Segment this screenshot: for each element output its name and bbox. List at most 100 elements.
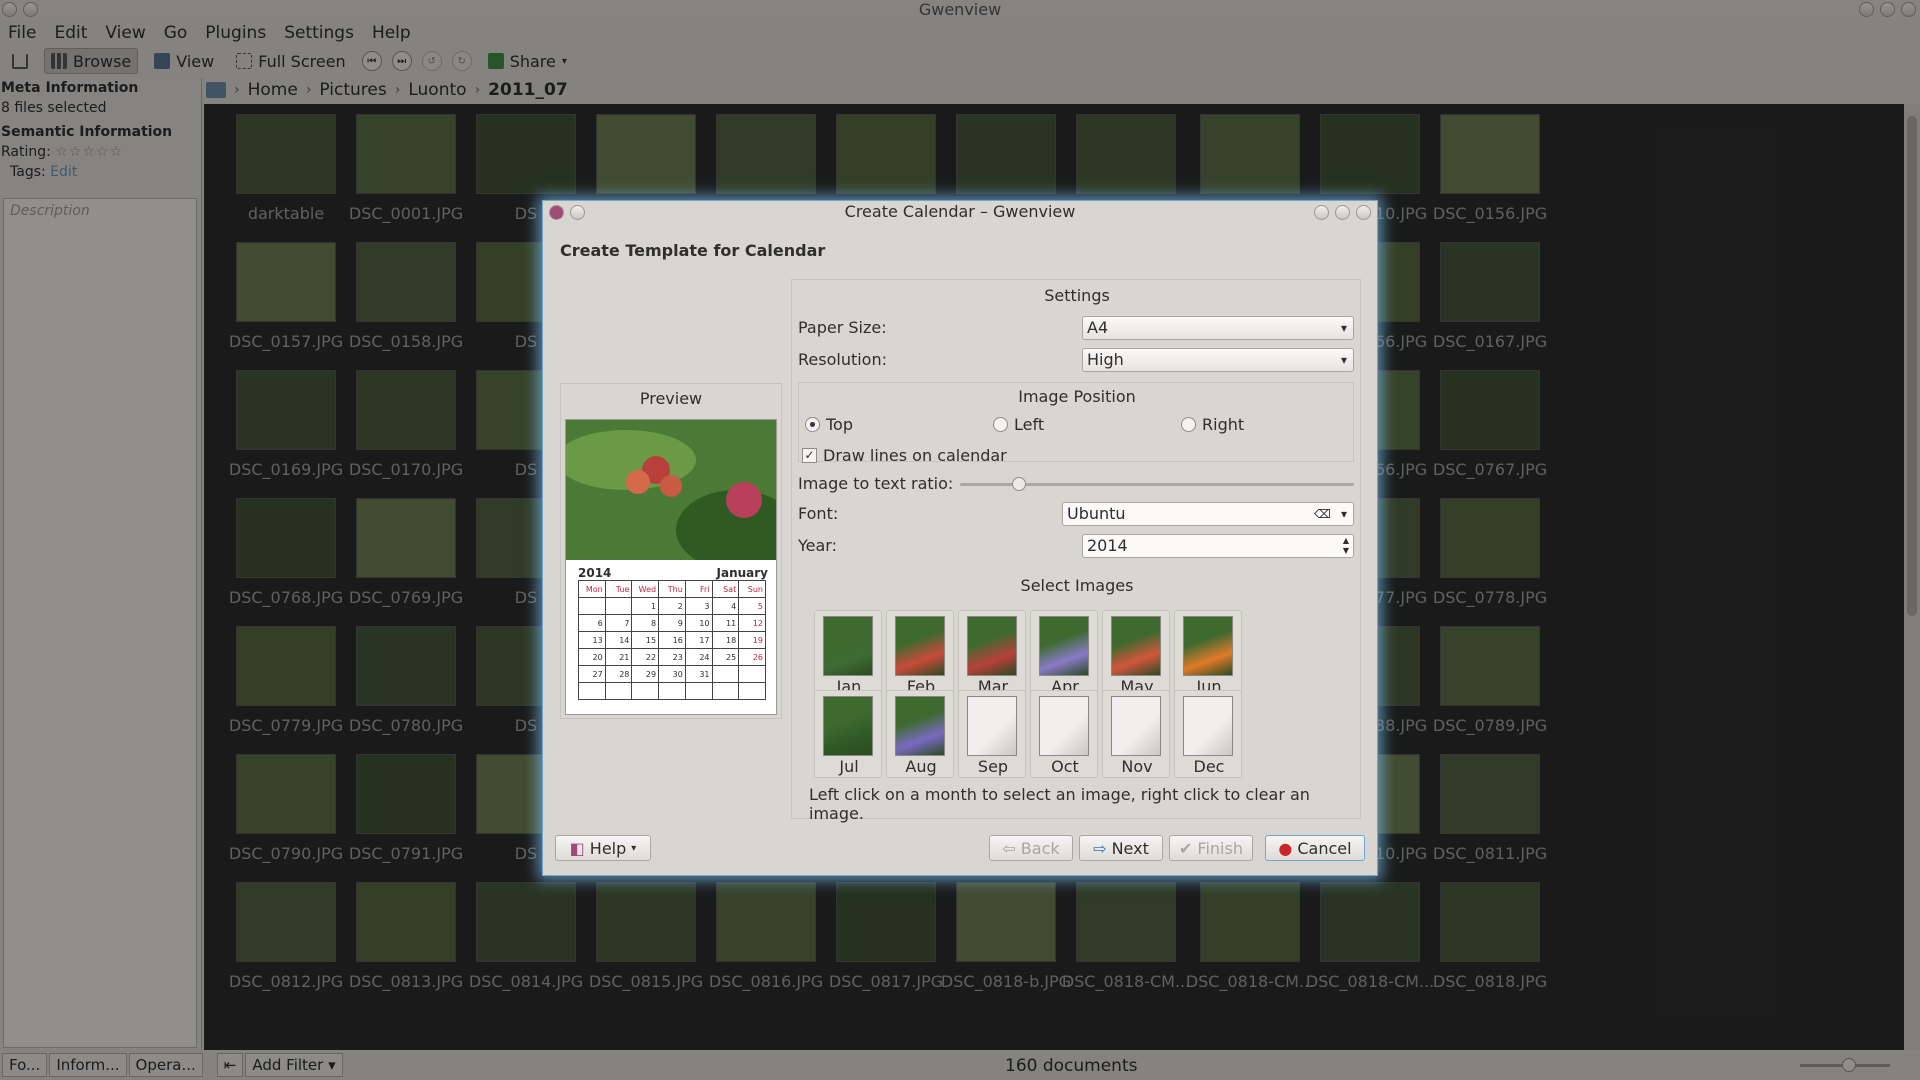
next-label: Next: [1111, 838, 1149, 858]
ratio-label: Image to text ratio:: [798, 474, 954, 493]
month-tile-dec[interactable]: Dec: [1174, 690, 1242, 778]
close-icon[interactable]: [1356, 205, 1371, 220]
position-left-radio[interactable]: Left: [993, 415, 1044, 434]
next-button[interactable]: ⇨ Next: [1079, 835, 1163, 861]
draw-lines-checkbox[interactable]: ✓ Draw lines on calendar: [802, 446, 1007, 465]
month-image: [1111, 616, 1161, 676]
position-right-label: Right: [1202, 415, 1245, 434]
calendar-day: 11: [711, 614, 740, 632]
chevron-down-icon: ▾: [1340, 353, 1347, 367]
calendar-weekday: Sun: [738, 580, 766, 598]
help-label: Help: [589, 838, 627, 858]
finish-button[interactable]: ✔ Finish: [1169, 835, 1253, 861]
calendar-day: 20: [578, 648, 606, 666]
empty-image-icon: [967, 696, 1017, 756]
dialog-pin-icon[interactable]: [570, 205, 585, 220]
month-tile-sep[interactable]: Sep: [958, 690, 1026, 778]
month-tile-jun[interactable]: Jun: [1174, 610, 1242, 698]
calendar-weekday: Tue: [604, 580, 633, 598]
calendar-day: [631, 682, 660, 700]
preview-photo: [566, 420, 776, 560]
calendar-weekday: Mon: [578, 580, 606, 598]
dialog-titlebar: Create Calendar – Gwenview: [543, 201, 1377, 225]
create-calendar-dialog: Create Calendar – Gwenview Create Templa…: [542, 200, 1378, 876]
empty-image-icon: [1039, 696, 1089, 756]
month-image: [823, 696, 873, 756]
month-tile-feb[interactable]: Feb: [886, 610, 954, 698]
calendar-day: 10: [684, 614, 713, 632]
chevron-down-icon: ▾: [1340, 321, 1347, 335]
preview-panel: Preview 2014 January Mon Tue Wed Thu Fri Sat S…: [560, 383, 782, 719]
month-tile-apr[interactable]: Apr: [1030, 610, 1098, 698]
dialog-heading: Create Template for Calendar: [560, 241, 826, 260]
calendar-day: 21: [604, 648, 633, 666]
radio-indicator: [805, 417, 820, 432]
calendar-day: 12: [738, 614, 766, 632]
position-right-radio[interactable]: Right: [1181, 415, 1244, 434]
ratio-slider-handle[interactable]: [1012, 477, 1027, 491]
clear-icon[interactable]: ⌫: [1314, 503, 1331, 525]
check-icon: ✔: [1179, 838, 1193, 858]
year-spinbox[interactable]: 2014 ▲ ▼: [1082, 534, 1354, 558]
draw-lines-label: Draw lines on calendar: [823, 446, 1007, 465]
calendar-day: 25: [711, 648, 740, 666]
calendar-day: 28: [604, 665, 633, 683]
arrow-left-icon: ⇦: [1002, 838, 1016, 858]
month-tile-aug[interactable]: Aug: [886, 690, 954, 778]
cancel-button[interactable]: ● Cancel: [1265, 835, 1365, 861]
radio-indicator: [993, 417, 1008, 432]
month-label: Nov: [1121, 757, 1153, 776]
month-tile-jul[interactable]: Jul: [814, 690, 882, 778]
month-tile-nov[interactable]: Nov: [1102, 690, 1170, 778]
calendar-day: 16: [658, 631, 686, 649]
preview-title: Preview: [639, 389, 703, 408]
calendar-day: 26: [738, 648, 766, 666]
calendar-day: 29: [631, 665, 660, 683]
minimize-icon[interactable]: [1335, 205, 1350, 220]
calendar-day: [604, 682, 633, 700]
calendar-day: 6: [578, 614, 606, 632]
calendar-day: 31: [684, 665, 713, 683]
settings-panel: Settings Paper Size: A4 ▾ Resolution: Hig…: [791, 279, 1361, 823]
dialog-app-icon[interactable]: [549, 205, 564, 220]
calendar-day: [711, 665, 740, 683]
year-label: Year:: [798, 536, 837, 555]
month-tile-may[interactable]: May: [1102, 610, 1170, 698]
calendar-day: 13: [578, 631, 606, 649]
calendar-weekday: Wed: [631, 580, 660, 598]
image-position-title: Image Position: [1018, 387, 1136, 406]
arrow-right-icon: ⇨: [1093, 838, 1107, 858]
font-label: Font:: [798, 504, 839, 523]
checkbox-indicator: ✓: [802, 448, 817, 463]
month-tile-mar[interactable]: Mar: [958, 610, 1026, 698]
month-label: Aug: [905, 757, 937, 776]
calendar-weekday: Fri: [684, 580, 713, 598]
calendar-day: 4: [711, 597, 740, 615]
month-image: [967, 616, 1017, 676]
month-tile-oct[interactable]: Oct: [1030, 690, 1098, 778]
resolution-combo[interactable]: High ▾: [1082, 348, 1354, 372]
calendar-day: 5: [738, 597, 766, 615]
chevron-down-icon: ▾: [1340, 507, 1347, 521]
year-value: 2014: [1087, 536, 1128, 555]
paper-size-combo[interactable]: A4 ▾: [1082, 316, 1354, 340]
help-button[interactable]: ◧ Help ▾: [555, 835, 651, 861]
radio-indicator: [1181, 417, 1196, 432]
resolution-value: High: [1087, 350, 1124, 369]
calendar-day: 30: [658, 665, 686, 683]
calendar-weekday: Thu: [658, 580, 686, 598]
month-label: Oct: [1051, 757, 1079, 776]
month-tile-jan[interactable]: Jan: [814, 610, 882, 698]
calendar-day: [658, 682, 686, 700]
position-left-label: Left: [1014, 415, 1045, 434]
back-button[interactable]: ⇦ Back: [989, 835, 1073, 861]
back-label: Back: [1020, 838, 1060, 858]
font-combo[interactable]: Ubuntu ⌫ ▾: [1062, 502, 1354, 526]
help-icon[interactable]: [1314, 205, 1329, 220]
spin-arrows-icon[interactable]: ▲ ▼: [1343, 536, 1349, 556]
position-top-radio[interactable]: Top: [805, 415, 853, 434]
calendar-day: 19: [738, 631, 766, 649]
cancel-label: Cancel: [1297, 838, 1352, 858]
calendar-day: 24: [684, 648, 713, 666]
month-image: [823, 616, 873, 676]
